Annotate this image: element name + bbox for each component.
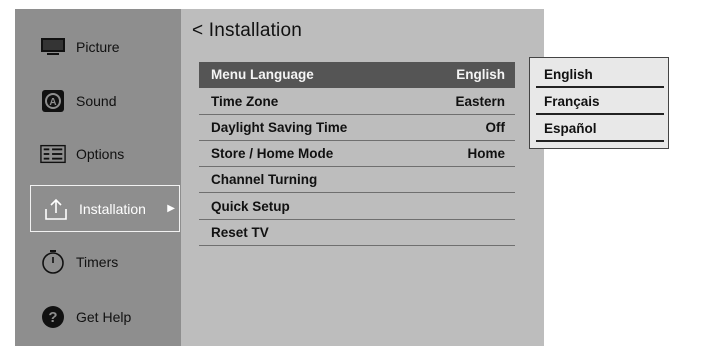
row-label: Menu Language [211, 67, 314, 82]
row-value: Eastern [455, 94, 505, 109]
help-icon: ? [40, 306, 66, 328]
language-option-english[interactable]: English [536, 63, 664, 88]
tv-icon [40, 36, 66, 58]
sidebar-item-installation[interactable]: Installation ▶ [30, 185, 180, 232]
sidebar-item-sound[interactable]: A Sound [15, 77, 181, 125]
row-label: Quick Setup [211, 199, 290, 214]
language-dropdown: English Français Español [529, 57, 669, 149]
sidebar-item-options[interactable]: Options [15, 130, 181, 178]
row-value: Off [485, 120, 506, 135]
row-label: Channel Turning [211, 172, 318, 187]
sidebar-item-label: Options [76, 146, 125, 162]
menu-row-quick-setup[interactable]: Quick Setup [199, 194, 515, 220]
row-value: English [456, 67, 505, 82]
sidebar-item-picture[interactable]: Picture [15, 23, 181, 71]
row-label: Time Zone [211, 94, 279, 109]
row-label: Store / Home Mode [211, 146, 334, 161]
installation-icon [43, 198, 69, 220]
sidebar-item-label: Sound [76, 93, 117, 109]
timer-icon [40, 250, 66, 274]
row-label: Daylight Saving Time [211, 120, 348, 135]
sound-icon: A [40, 90, 66, 112]
row-label: Reset TV [211, 225, 269, 240]
sidebar-item-timers[interactable]: Timers [15, 238, 181, 286]
back-icon[interactable]: < [192, 20, 203, 41]
language-option-francais[interactable]: Français [536, 90, 664, 115]
submenu-arrow-icon: ▶ [167, 203, 175, 214]
sidebar-item-label: Installation [79, 200, 146, 217]
sidebar-item-label: Timers [76, 254, 119, 270]
language-option-espanol[interactable]: Español [536, 117, 664, 142]
svg-text:?: ? [48, 309, 57, 326]
row-value: Home [467, 146, 505, 161]
svg-text:A: A [49, 97, 56, 108]
sidebar-item-get-help[interactable]: ? Get Help [15, 293, 181, 341]
menu-row-reset-tv[interactable]: Reset TV [199, 220, 515, 246]
menu-row-menu-language[interactable]: Menu Language English [199, 62, 515, 88]
menu-row-channel-turning[interactable]: Channel Turning [199, 167, 515, 193]
sidebar-item-label: Get Help [76, 309, 132, 325]
sidebar-item-label: Picture [76, 39, 120, 55]
menu-row-time-zone[interactable]: Time Zone Eastern [199, 89, 515, 115]
options-icon [40, 143, 66, 165]
page-title-text: Installation [208, 20, 303, 41]
sidebar: Picture A Sound Options Installation ▶ T… [15, 9, 181, 346]
page-title: < Installation [192, 20, 302, 42]
menu-row-daylight-saving-time[interactable]: Daylight Saving Time Off [199, 115, 515, 141]
menu-row-store-home-mode[interactable]: Store / Home Mode Home [199, 141, 515, 167]
